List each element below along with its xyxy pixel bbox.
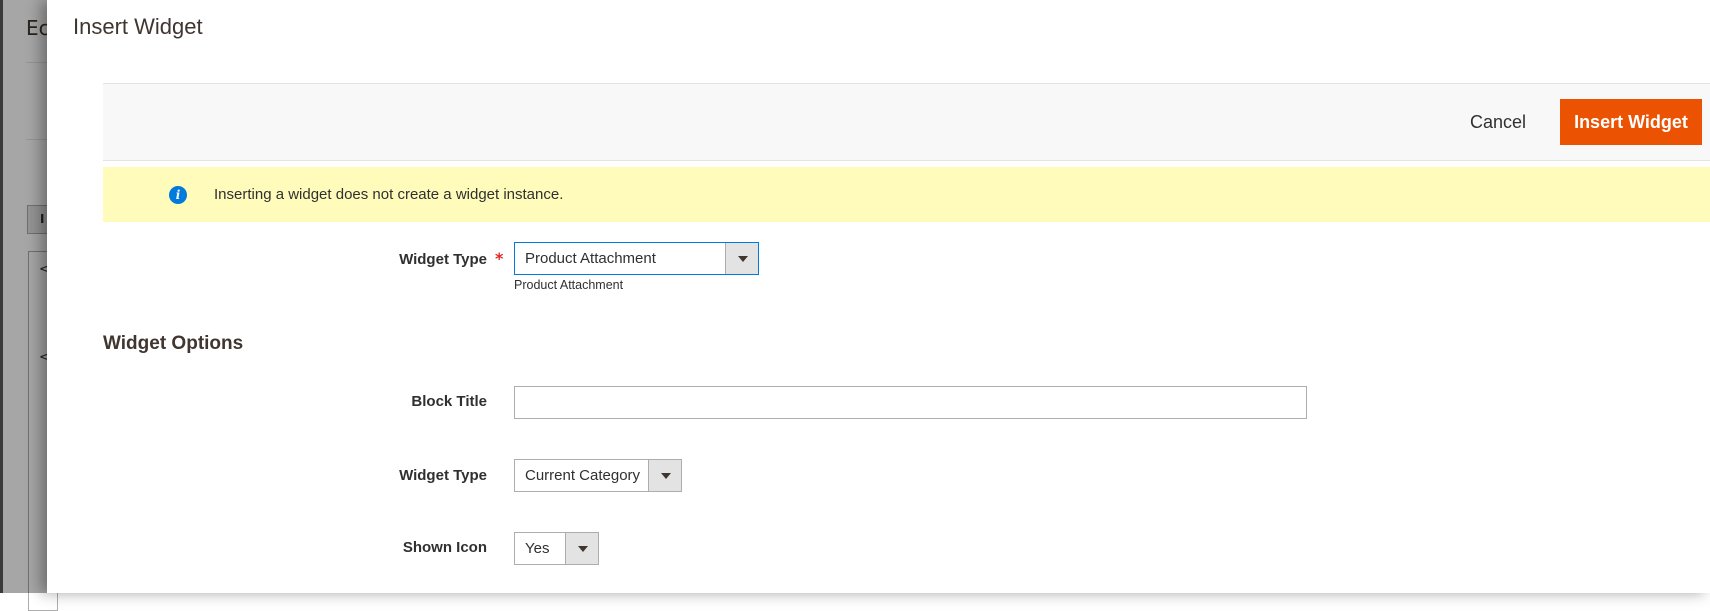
page-actions-bar: Cancel Insert Widget (103, 83, 1710, 161)
widget-type-label: Widget Type (399, 251, 487, 268)
window-edge (0, 0, 3, 593)
chevron-down-icon[interactable] (648, 460, 681, 491)
shown-icon-select[interactable]: Yes (514, 532, 599, 565)
chevron-down-icon[interactable] (565, 533, 598, 564)
widget-options-heading: Widget Options (103, 333, 244, 354)
insert-widget-button[interactable]: Insert Widget (1560, 99, 1702, 145)
info-message-text: Inserting a widget does not create a wid… (214, 186, 564, 203)
modal-title: Insert Widget (73, 14, 203, 39)
widget-type-select-value: Product Attachment (525, 250, 656, 267)
shown-icon-label: Shown Icon (402, 539, 487, 556)
required-indicator: * (495, 249, 504, 268)
options-widget-type-label: Widget Type (399, 467, 487, 484)
options-widget-type-value: Current Category (525, 467, 641, 484)
widget-type-note: Product Attachment (514, 278, 624, 292)
shown-icon-value: Yes (525, 540, 550, 557)
block-title-input[interactable] (514, 386, 1307, 419)
info-message: i Inserting a widget does not create a w… (103, 167, 1710, 222)
info-icon: i (169, 186, 187, 204)
insert-widget-modal: Insert Widget Cancel Insert Widget i Ins… (47, 0, 1710, 593)
widget-type-select[interactable]: Product Attachment (514, 242, 759, 275)
block-title-label: Block Title (411, 393, 487, 410)
cancel-button[interactable]: Cancel (1456, 100, 1540, 144)
chevron-down-icon[interactable] (725, 243, 758, 274)
options-widget-type-select[interactable]: Current Category (514, 459, 682, 492)
